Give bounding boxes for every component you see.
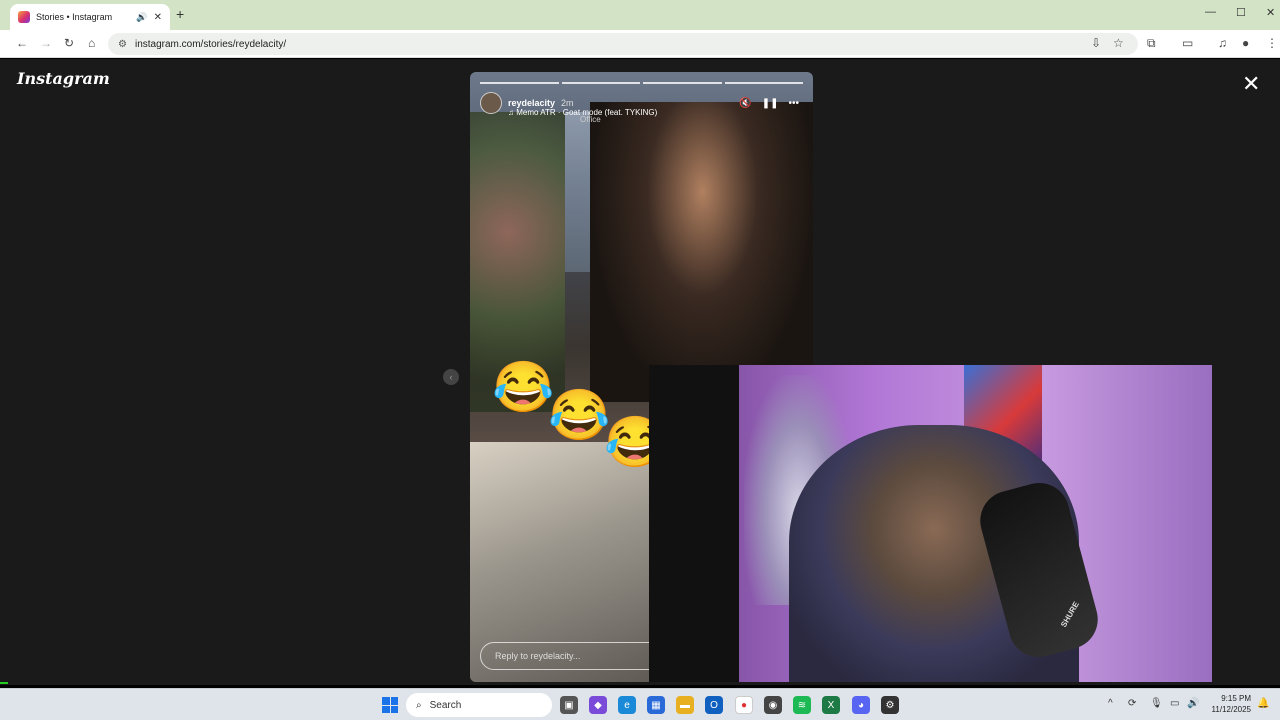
site-info-icon[interactable]: ⚙	[118, 39, 127, 50]
url-text: instagram.com/stories/reydelacity/	[134, 38, 287, 50]
progress-segment	[480, 82, 559, 84]
mute-icon[interactable]: 🔇	[739, 98, 751, 109]
more-options-icon[interactable]: •••	[788, 98, 799, 109]
instagram-favicon-icon	[18, 11, 30, 23]
clock-date: 11/12/2025	[1211, 705, 1251, 714]
taskbar-clock[interactable]: 9:15 PM 11/12/2025	[1205, 693, 1251, 715]
location-tag: Office	[580, 115, 601, 124]
spotify-icon[interactable]: ≋	[793, 696, 811, 714]
sync-icon[interactable]: ⟳	[1128, 698, 1136, 709]
discord-icon[interactable]: ◕	[852, 696, 870, 714]
previous-story-icon[interactable]: ‹	[443, 369, 459, 385]
search-icon: ⌕	[416, 699, 422, 711]
new-tab-icon[interactable]: +	[176, 6, 184, 22]
webcam-dark-panel	[649, 365, 739, 682]
extensions-icon[interactable]: ⧉	[1147, 36, 1156, 51]
search-label: Search	[429, 699, 462, 711]
browser-toolbar: ← → ↻ ⌂ ⚙ instagram.com/stories/reydelac…	[0, 30, 1280, 58]
story-controls: 🔇 ❚❚ •••	[739, 98, 799, 109]
media-control-icon[interactable]: ♫	[1218, 36, 1227, 50]
tab-strip: Stories • Instagram 🔊 ✕ + — ☐ ✕	[0, 0, 1280, 30]
outlook-icon[interactable]: O	[705, 696, 723, 714]
edge-icon[interactable]: e	[618, 696, 636, 714]
microphone-icon[interactable]: 🎙	[1150, 698, 1163, 709]
home-icon[interactable]: ⌂	[88, 36, 95, 50]
minimize-icon[interactable]: —	[1205, 6, 1216, 18]
progress-segment	[561, 82, 640, 84]
notifications-icon[interactable]: 🔔	[1257, 698, 1269, 709]
tab-search-icon[interactable]: ▭	[1182, 36, 1193, 50]
status-indicator	[0, 682, 8, 684]
maximize-icon[interactable]: ☐	[1236, 6, 1246, 19]
bookmark-star-icon[interactable]: ☆	[1113, 36, 1124, 50]
laughing-emoji-sticker: 😂	[492, 359, 555, 415]
obs-icon[interactable]: ◉	[764, 696, 782, 714]
pause-icon[interactable]: ❚❚	[762, 98, 779, 109]
story-progress-bar	[480, 82, 803, 84]
story-time: 2m	[561, 98, 574, 108]
close-window-icon[interactable]: ✕	[1266, 6, 1275, 19]
windows-start-icon[interactable]	[382, 697, 398, 713]
app-icon[interactable]: ⚙	[881, 696, 899, 714]
user-avatar[interactable]	[480, 92, 502, 114]
address-bar[interactable]: ⚙ instagram.com/stories/reydelacity/	[108, 33, 1138, 55]
profile-avatar-icon[interactable]: ●	[1242, 36, 1249, 50]
store-icon[interactable]: ▦	[647, 696, 665, 714]
forward-icon[interactable]: →	[40, 36, 52, 50]
copilot-icon[interactable]: ◆	[589, 696, 607, 714]
story-photo-person	[590, 102, 813, 402]
network-icon[interactable]: ▭	[1170, 698, 1179, 709]
show-hidden-icons[interactable]: ^	[1108, 698, 1113, 709]
music-icon: ♫	[508, 108, 517, 117]
close-tab-icon[interactable]: ✕	[154, 12, 162, 23]
tab-title: Stories • Instagram	[36, 12, 113, 22]
volume-icon[interactable]: 🔊	[1187, 698, 1199, 709]
story-username[interactable]: reydelacity	[508, 98, 555, 108]
progress-segment	[643, 82, 722, 84]
instagram-logo[interactable]: Instagram	[17, 69, 110, 88]
reload-icon[interactable]: ↻	[64, 36, 74, 50]
file-explorer-icon[interactable]: ▬	[676, 696, 694, 714]
webcam-overlay: SHURE	[649, 365, 1212, 682]
taskbar: ⌕ Search ▣ ◆ e ▦ ▬ O ● ◉ ≋ X ◕ ⚙ ^ ⟳ 🎙 ▭…	[0, 688, 1280, 720]
task-view-icon[interactable]: ▣	[560, 696, 578, 714]
tab-stories-instagram[interactable]: Stories • Instagram 🔊 ✕	[10, 4, 170, 30]
progress-segment	[724, 82, 803, 84]
clock-time: 9:15 PM	[1221, 694, 1251, 703]
menu-icon[interactable]: ⋮	[1266, 36, 1278, 50]
laughing-emoji-sticker: 😂	[548, 387, 611, 443]
install-app-icon[interactable]: ⇩	[1091, 36, 1101, 50]
back-icon[interactable]: ←	[16, 36, 28, 50]
excel-icon[interactable]: X	[822, 696, 840, 714]
close-story-icon[interactable]: ✕	[1242, 71, 1260, 97]
taskbar-search[interactable]: ⌕ Search	[406, 693, 552, 717]
chrome-icon[interactable]: ●	[735, 696, 753, 714]
audio-playing-icon[interactable]: 🔊	[136, 12, 147, 23]
